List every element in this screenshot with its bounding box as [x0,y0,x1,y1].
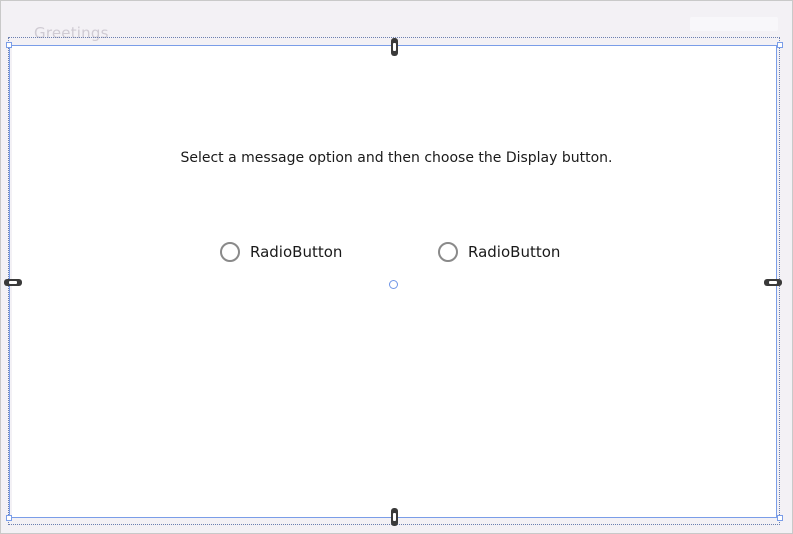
radio-circle-icon[interactable] [438,242,458,262]
radio-button-1[interactable]: RadioButton [220,242,342,262]
anchor-left-icon[interactable] [4,279,22,286]
radio-button-label: RadioButton [250,243,343,261]
resize-handle-bottom-right[interactable] [777,515,783,521]
radio-circle-icon[interactable] [220,242,240,262]
radio-button-label: RadioButton [468,243,561,261]
anchor-top-icon[interactable] [391,38,398,56]
instruction-text: Select a message option and then choose … [180,150,613,166]
anchor-right-icon[interactable] [764,279,782,286]
resize-handle-bottom-left[interactable] [6,515,12,521]
resize-handle-top-right[interactable] [777,42,783,48]
resize-handle-top-left[interactable] [6,42,12,48]
anchor-bottom-icon[interactable] [391,508,398,526]
window-caption-buttons [690,17,778,31]
center-point-icon [389,280,398,289]
radio-button-2[interactable]: RadioButton [438,242,560,262]
